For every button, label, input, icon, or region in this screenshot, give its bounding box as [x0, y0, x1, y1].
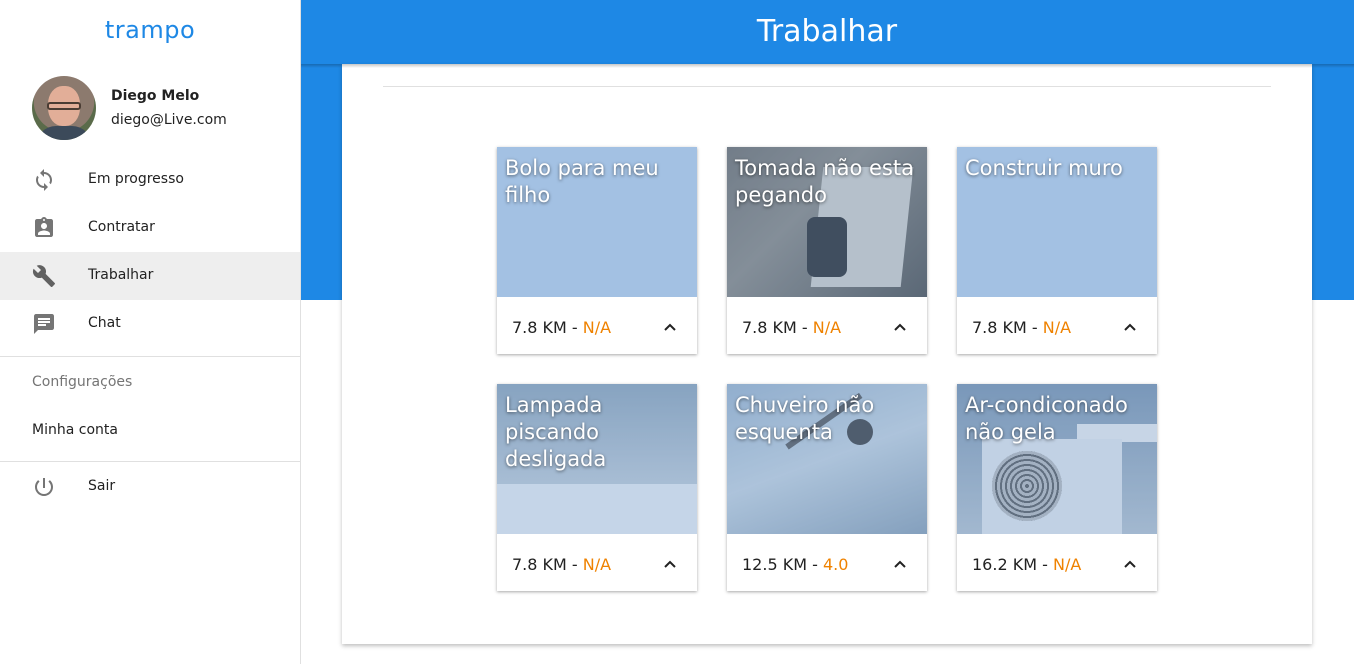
job-rating: N/A	[582, 318, 612, 337]
settings-header: Configurações	[32, 374, 133, 390]
chevron-up-icon[interactable]	[893, 320, 907, 334]
job-separator: -	[1026, 318, 1043, 337]
job-card[interactable]: Lampada piscando desligada 7.8 KM - N/A	[497, 384, 697, 591]
chevron-up-icon[interactable]	[663, 557, 677, 571]
avatar[interactable]	[32, 76, 96, 140]
chat-icon	[34, 314, 54, 334]
job-separator: -	[807, 555, 823, 574]
brand-logo[interactable]: trampo	[0, 16, 300, 44]
job-meta: 7.8 KM - N/A	[972, 318, 1071, 337]
sidebar-item-label: Chat	[88, 315, 121, 331]
sidebar-item-label: Contratar	[88, 219, 155, 235]
job-meta: 12.5 KM - 4.0	[742, 555, 848, 574]
job-title: Tomada não esta pegando	[735, 156, 914, 207]
job-card[interactable]: Tomada não esta pegando 7.8 KM - N/A	[727, 147, 927, 354]
job-title: Lampada piscando desligada	[505, 393, 607, 471]
job-card[interactable]: Bolo para meu filho 7.8 KM - N/A	[497, 147, 697, 354]
sidebar-item-contratar[interactable]: Contratar	[0, 204, 300, 252]
job-rating: N/A	[1042, 318, 1072, 337]
job-card[interactable]: Chuveiro não esquenta 12.5 KM - 4.0	[727, 384, 927, 591]
sidebar: trampo Diego Melo diego@Live.com Em prog…	[0, 0, 301, 664]
job-meta: 7.8 KM - N/A	[742, 318, 841, 337]
wrench-icon	[32, 265, 55, 287]
job-meta: 16.2 KM - N/A	[972, 555, 1081, 574]
user-email: diego@Live.com	[111, 112, 227, 128]
chevron-up-icon[interactable]	[663, 320, 677, 334]
chevron-up-icon[interactable]	[1123, 320, 1137, 334]
job-title: Chuveiro não esquenta	[735, 393, 875, 444]
job-distance: 7.8 KM	[742, 318, 797, 337]
job-rating: N/A	[582, 555, 612, 574]
job-card[interactable]: Construir muro 7.8 KM - N/A	[957, 147, 1157, 354]
job-separator: -	[796, 318, 813, 337]
header-shadow	[300, 64, 1354, 68]
job-distance: 16.2 KM	[972, 555, 1038, 574]
job-distance: 7.8 KM	[512, 555, 567, 574]
sidebar-item-chat[interactable]: Chat	[0, 300, 300, 348]
job-card[interactable]: Ar-condiconado não gela 16.2 KM - N/A	[957, 384, 1157, 591]
job-meta: 7.8 KM - N/A	[512, 318, 611, 337]
job-rating: 4.0	[822, 555, 849, 574]
job-separator: -	[566, 555, 583, 574]
user-name: Diego Melo	[111, 88, 200, 104]
chevron-up-icon[interactable]	[1123, 557, 1137, 571]
content-divider	[383, 86, 1271, 87]
main-content: Bolo para meu filho 7.8 KM - N/A Tomada …	[342, 64, 1312, 644]
job-meta: 7.8 KM - N/A	[512, 555, 611, 574]
power-icon	[35, 478, 53, 496]
sidebar-item-label: Em progresso	[88, 171, 184, 187]
sidebar-item-label: Trabalhar	[88, 267, 154, 283]
job-distance: 7.8 KM	[972, 318, 1027, 337]
job-distance: 7.8 KM	[512, 318, 567, 337]
job-title: Construir muro	[965, 156, 1123, 180]
job-rating: N/A	[1052, 555, 1082, 574]
job-separator: -	[1037, 555, 1053, 574]
my-account-link[interactable]: Minha conta	[32, 422, 118, 438]
sync-icon	[36, 169, 52, 191]
job-title: Bolo para meu filho	[505, 156, 659, 207]
job-distance: 12.5 KM	[742, 555, 808, 574]
chevron-up-icon[interactable]	[893, 557, 907, 571]
job-title: Ar-condiconado não gela	[965, 393, 1128, 444]
job-rating: N/A	[812, 318, 842, 337]
sidebar-item-trabalhar[interactable]: Trabalhar	[0, 252, 300, 300]
page-title: Trabalhar	[756, 14, 898, 49]
job-separator: -	[566, 318, 583, 337]
logout-button[interactable]: Sair	[0, 463, 300, 511]
assignment-ind-icon	[35, 217, 53, 237]
logout-label: Sair	[88, 478, 116, 494]
sidebar-item-em-progresso[interactable]: Em progresso	[0, 156, 300, 204]
sidebar-divider	[0, 356, 300, 357]
sidebar-divider	[0, 461, 300, 462]
